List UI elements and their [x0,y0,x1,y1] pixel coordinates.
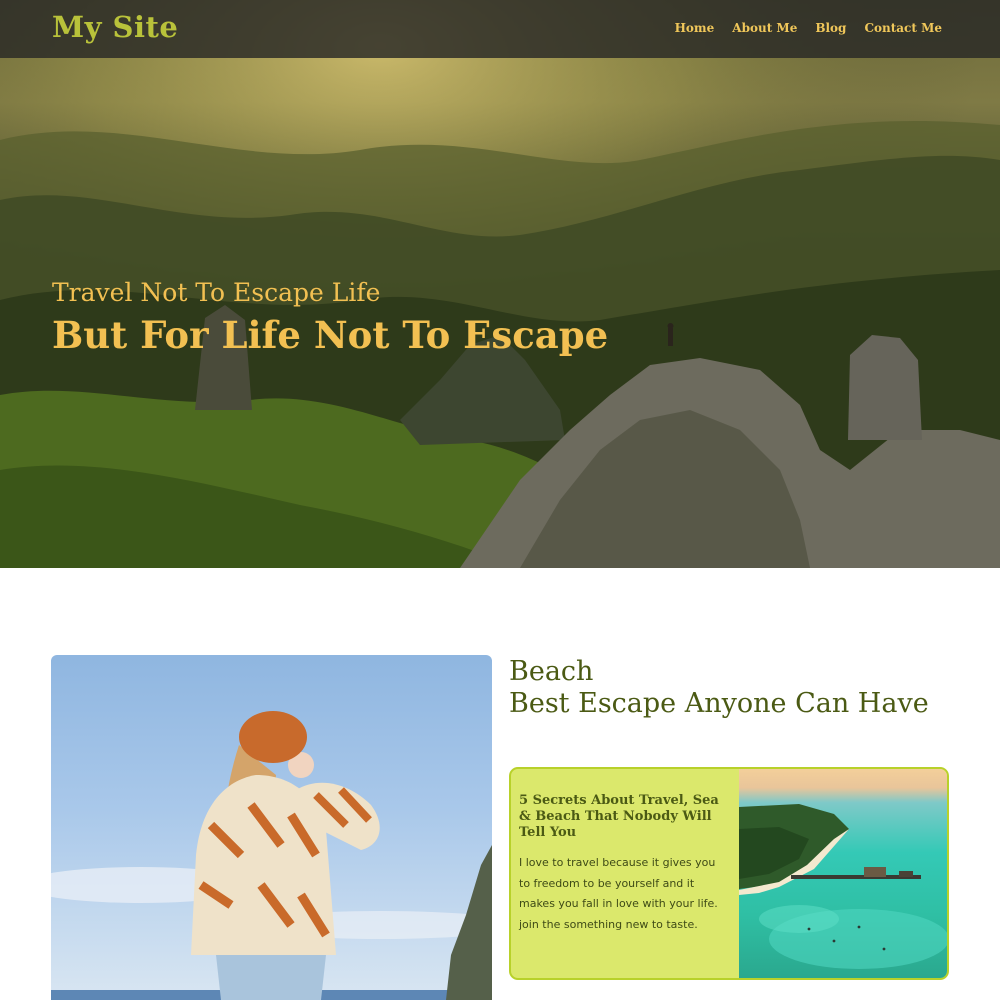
site-logo[interactable]: My Site [52,10,178,44]
hero-tagline-line1: Travel Not To Escape Life [52,278,381,307]
feature-photo [51,655,492,1000]
nav-blog-link[interactable]: Blog [815,21,846,35]
nav-home-link[interactable]: Home [675,21,715,35]
card-excerpt: I love to travel because it gives you to… [519,856,718,931]
main-nav: Home About Me Blog Contact Me [675,21,942,35]
top-navigation-bar: My Site Home About Me Blog Contact Me [0,0,1000,58]
section-title-line1: Beach [509,656,594,687]
card-photo [739,769,947,978]
section-title-line2: Best Escape Anyone Can Have [509,688,929,719]
hero-banner: My Site Home About Me Blog Contact Me Tr… [0,0,1000,568]
tropical-beach-image [739,804,947,969]
hero-tagline-line2: But For Life Not To Escape [52,313,609,357]
card-title[interactable]: 5 Secrets About Travel, Sea & Beach That… [519,793,729,841]
nav-about-link[interactable]: About Me [732,21,797,35]
nav-contact-link[interactable]: Contact Me [864,21,942,35]
woman-in-beret-image [51,711,492,1000]
blog-post-card[interactable]: 5 Secrets About Travel, Sea & Beach That… [509,767,949,980]
